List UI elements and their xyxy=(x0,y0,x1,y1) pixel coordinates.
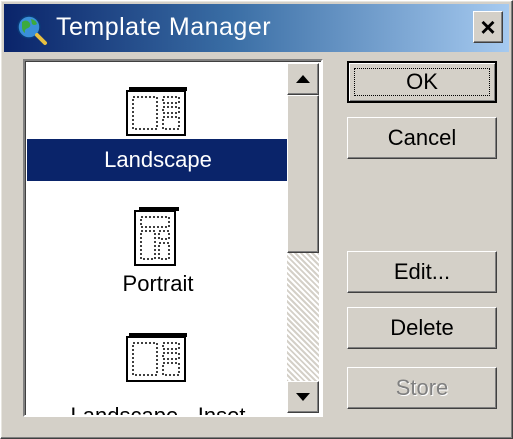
landscape-inset-template-icon xyxy=(126,333,187,382)
template-list-items: Landscape Portrait Landscape - Inset xyxy=(27,63,289,417)
delete-button[interactable]: Delete xyxy=(347,307,497,349)
focus-rectangle xyxy=(354,68,490,96)
title-bar[interactable]: Template Manager × xyxy=(4,4,509,52)
scroll-up-button[interactable] xyxy=(287,63,319,95)
delete-button-label: Delete xyxy=(390,315,454,340)
window-title: Template Manager xyxy=(56,13,272,41)
portrait-template-icon xyxy=(134,207,179,266)
cancel-button[interactable]: Cancel xyxy=(347,117,497,159)
list-item-landscape-inset[interactable]: Landscape - Inset xyxy=(27,303,289,417)
store-button-label: Store xyxy=(395,375,449,400)
edit-button[interactable]: Edit... xyxy=(347,251,497,293)
cancel-button-label: Cancel xyxy=(387,125,457,150)
close-icon: × xyxy=(480,12,496,42)
close-button[interactable]: × xyxy=(473,11,503,43)
list-item-label: Landscape - Inset xyxy=(70,403,246,417)
scroll-thumb[interactable] xyxy=(287,95,319,253)
scroll-down-button[interactable] xyxy=(287,381,319,413)
list-item-label: Portrait xyxy=(122,271,194,296)
arrow-down-icon xyxy=(296,393,310,401)
list-item-portrait[interactable]: Portrait xyxy=(27,183,289,303)
arrow-up-icon xyxy=(296,75,310,83)
edit-button-label: Edit... xyxy=(393,259,451,284)
list-item-label: Landscape xyxy=(27,139,289,181)
template-list[interactable]: Landscape Portrait Landscape - Inset xyxy=(23,59,323,417)
globe-magnifier-icon xyxy=(17,15,47,45)
list-item-landscape[interactable]: Landscape xyxy=(27,63,289,183)
template-manager-dialog: Template Manager × Landscape Portrait La… xyxy=(0,0,513,439)
store-button[interactable]: Store xyxy=(347,367,497,409)
vertical-scrollbar[interactable] xyxy=(287,63,319,413)
ok-button[interactable]: OK xyxy=(347,61,497,103)
landscape-template-icon xyxy=(126,87,187,136)
